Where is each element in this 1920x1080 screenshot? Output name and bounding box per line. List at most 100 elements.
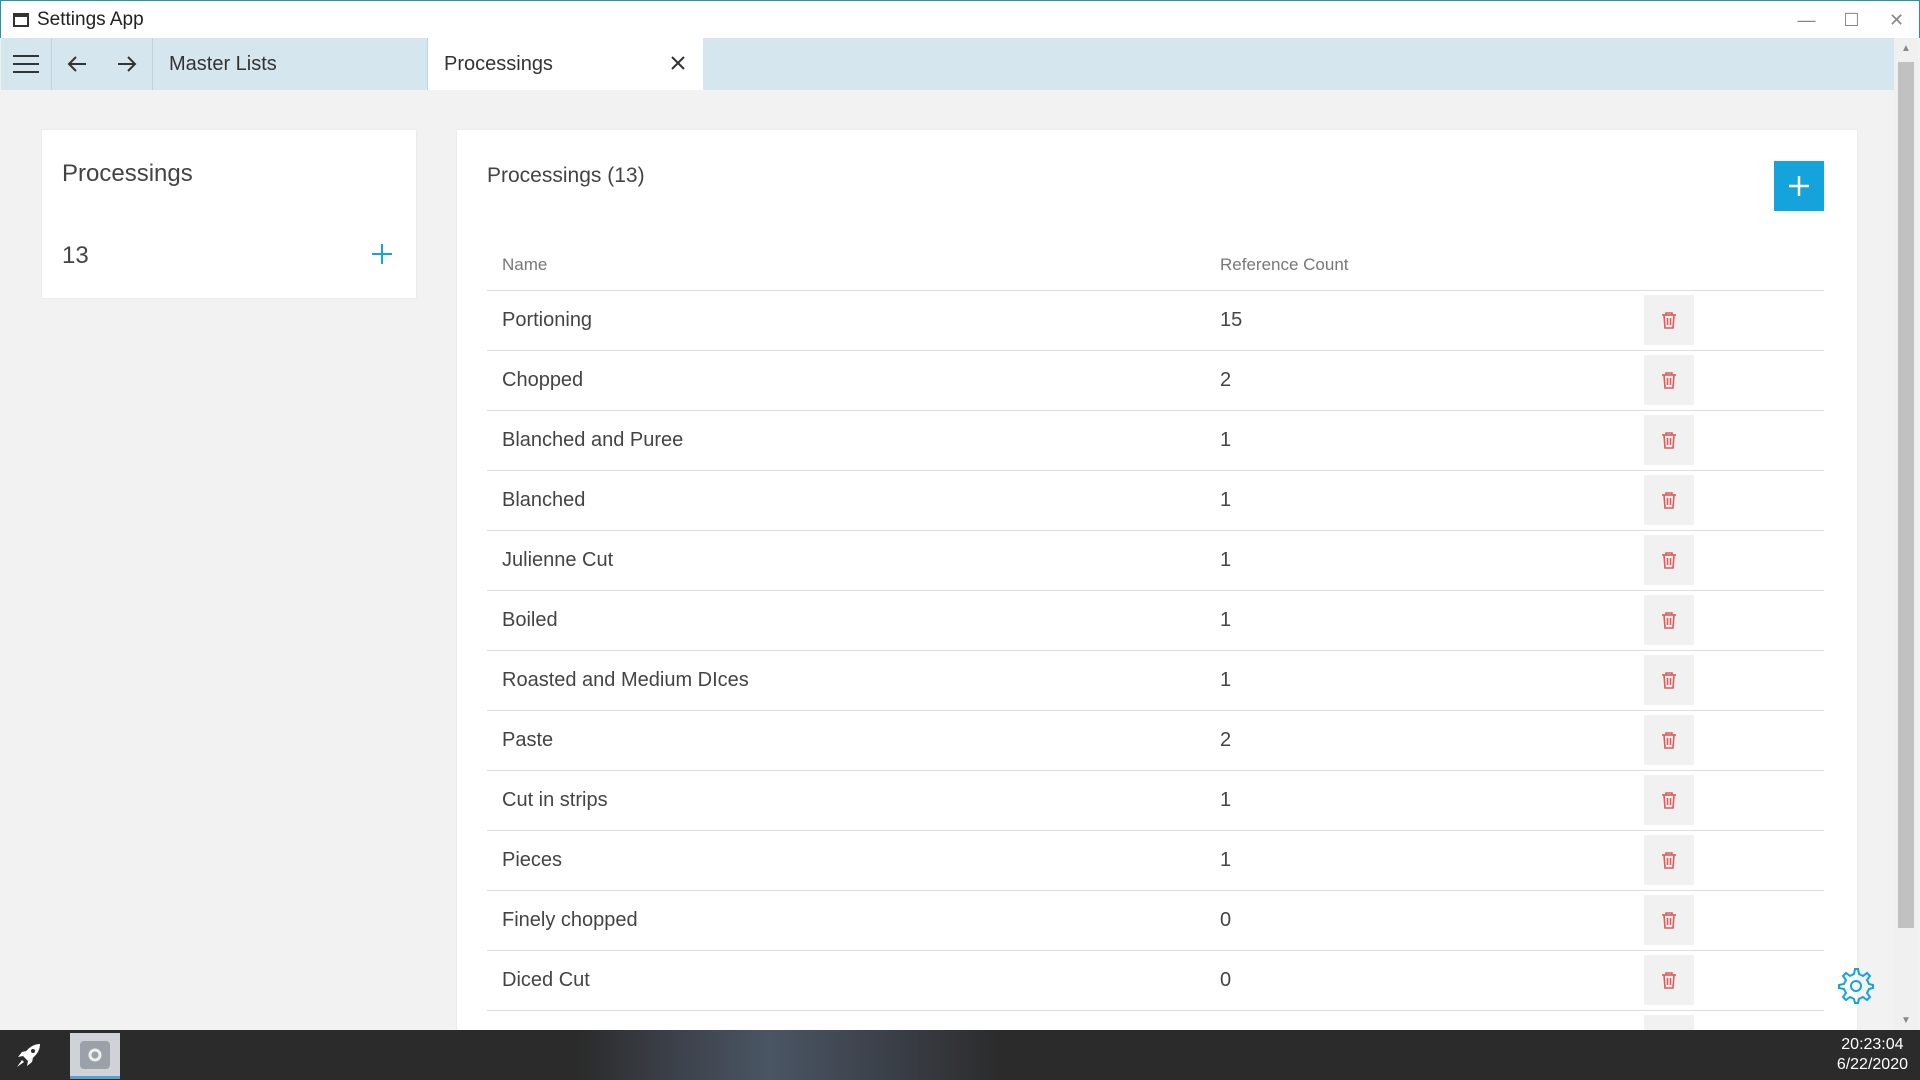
row-actions [1630,470,1824,531]
trash-icon [1662,972,1676,989]
vertical-scrollbar[interactable]: ▲ ▼ [1894,38,1918,1030]
arrow-left-icon [67,56,86,72]
row-name: Paste [487,710,1205,771]
row-reference-count: 2 [1205,710,1630,771]
row-reference-count: 1 [1205,410,1630,471]
wallpaper-strip [580,1030,1000,1080]
row-reference-count: 0 [1205,890,1630,951]
scroll-down-arrow-icon[interactable]: ▼ [1894,1010,1918,1030]
list-title: Processings (13) [487,164,645,187]
row-name: Chopped [487,350,1205,411]
delete-button[interactable] [1644,895,1694,945]
table-row[interactable]: Roasted and Medium DIces 1 [487,650,1824,711]
title-bar: Settings App — ☐ ✕ [0,0,1920,38]
table-row[interactable]: Portioning 15 [487,290,1824,351]
delete-button[interactable] [1644,715,1694,765]
clock-date: 6/22/2020 [1836,1056,1908,1073]
plus-icon [372,244,392,264]
table-row[interactable]: Finely chopped 0 [487,890,1824,951]
close-window-button[interactable]: ✕ [1874,1,1919,39]
launcher-button[interactable] [12,1039,46,1071]
plus-icon [1789,176,1809,196]
table-row[interactable]: Blanched and Puree 1 [487,410,1824,471]
table-row[interactable]: Paste 2 [487,710,1824,771]
delete-button[interactable] [1644,595,1694,645]
table-row[interactable]: Julienne Cut 1 [487,530,1824,591]
delete-button[interactable] [1644,835,1694,885]
scroll-up-arrow-icon[interactable]: ▲ [1894,38,1918,58]
row-actions [1630,890,1824,951]
table-row[interactable]: Chopped 2 [487,350,1824,411]
summary-count: 13 [62,242,89,269]
delete-button[interactable] [1644,955,1694,1005]
close-tab-button[interactable] [667,52,689,74]
row-name: Blanched [487,470,1205,531]
summary-card: Processings 13 [42,130,416,298]
table-row[interactable]: Pieces 1 [487,830,1824,891]
trash-icon [1662,432,1676,449]
back-button[interactable] [52,38,102,90]
system-clock[interactable]: 20:23:04 6/22/2020 [1837,1035,1908,1075]
row-name: Portioning [487,290,1205,351]
trash-icon [1662,792,1676,809]
table-row[interactable]: Blanched 1 [487,470,1824,531]
tab-label: Master Lists [169,52,277,75]
app-window-icon [13,12,29,27]
tab-label: Processings [444,52,553,75]
row-actions [1630,770,1824,831]
row-name: Diced Cut [487,950,1205,1011]
row-reference-count: 15 [1205,290,1630,351]
add-processing-button[interactable] [1774,161,1824,211]
maximize-button[interactable]: ☐ [1829,1,1874,39]
delete-button[interactable] [1644,655,1694,705]
minimize-button[interactable]: — [1784,1,1829,39]
arrow-right-icon [118,56,137,72]
trash-icon [1662,732,1676,749]
delete-button[interactable] [1644,295,1694,345]
row-actions [1630,350,1824,411]
column-header-reference-count[interactable]: Reference Count [1205,240,1630,291]
scrollbar-thumb[interactable] [1898,62,1914,928]
trash-icon [1662,612,1676,629]
delete-button[interactable] [1644,415,1694,465]
menu-button[interactable] [1,38,52,90]
tab-processings[interactable]: Processings [428,38,703,90]
row-reference-count: 1 [1205,590,1630,651]
rocket-icon [17,1044,40,1067]
row-name: Cut in strips [487,770,1205,831]
column-header-actions [1630,240,1824,291]
row-reference-count: 1 [1205,770,1630,831]
table-row[interactable]: Cut in strips 1 [487,770,1824,831]
row-actions [1630,650,1824,711]
table-row[interactable]: Boiled 1 [487,590,1824,651]
row-reference-count: 1 [1205,470,1630,531]
column-header-name[interactable]: Name [487,240,1205,291]
summary-add-button[interactable] [364,236,400,272]
trash-icon [1662,852,1676,869]
trash-icon [1662,312,1676,329]
close-icon [671,56,685,70]
window-controls: — ☐ ✕ [1784,1,1919,39]
table-row[interactable]: Diced Cut 0 [487,950,1824,1011]
row-actions [1630,710,1824,771]
trash-icon [1662,492,1676,509]
row-actions [1630,530,1824,591]
settings-button[interactable] [1836,966,1876,1006]
taskbar: 20:23:04 6/22/2020 [0,1030,1920,1080]
trash-icon [1662,672,1676,689]
row-reference-count: 0 [1205,950,1630,1011]
gear-icon [1838,968,1874,1004]
window-title: Settings App [37,8,144,30]
row-name: Finely chopped [487,890,1205,951]
delete-button[interactable] [1644,475,1694,525]
delete-button[interactable] [1644,535,1694,585]
delete-button[interactable] [1644,775,1694,825]
delete-button[interactable] [1644,355,1694,405]
taskbar-settings-app[interactable] [70,1033,120,1079]
table-header-row: Name Reference Count [487,240,1824,291]
tab-master-lists[interactable]: Master Lists [152,38,428,90]
row-reference-count: 1 [1205,650,1630,711]
forward-button[interactable] [102,38,152,90]
row-reference-count: 1 [1205,530,1630,591]
row-reference-count: 1 [1205,830,1630,891]
